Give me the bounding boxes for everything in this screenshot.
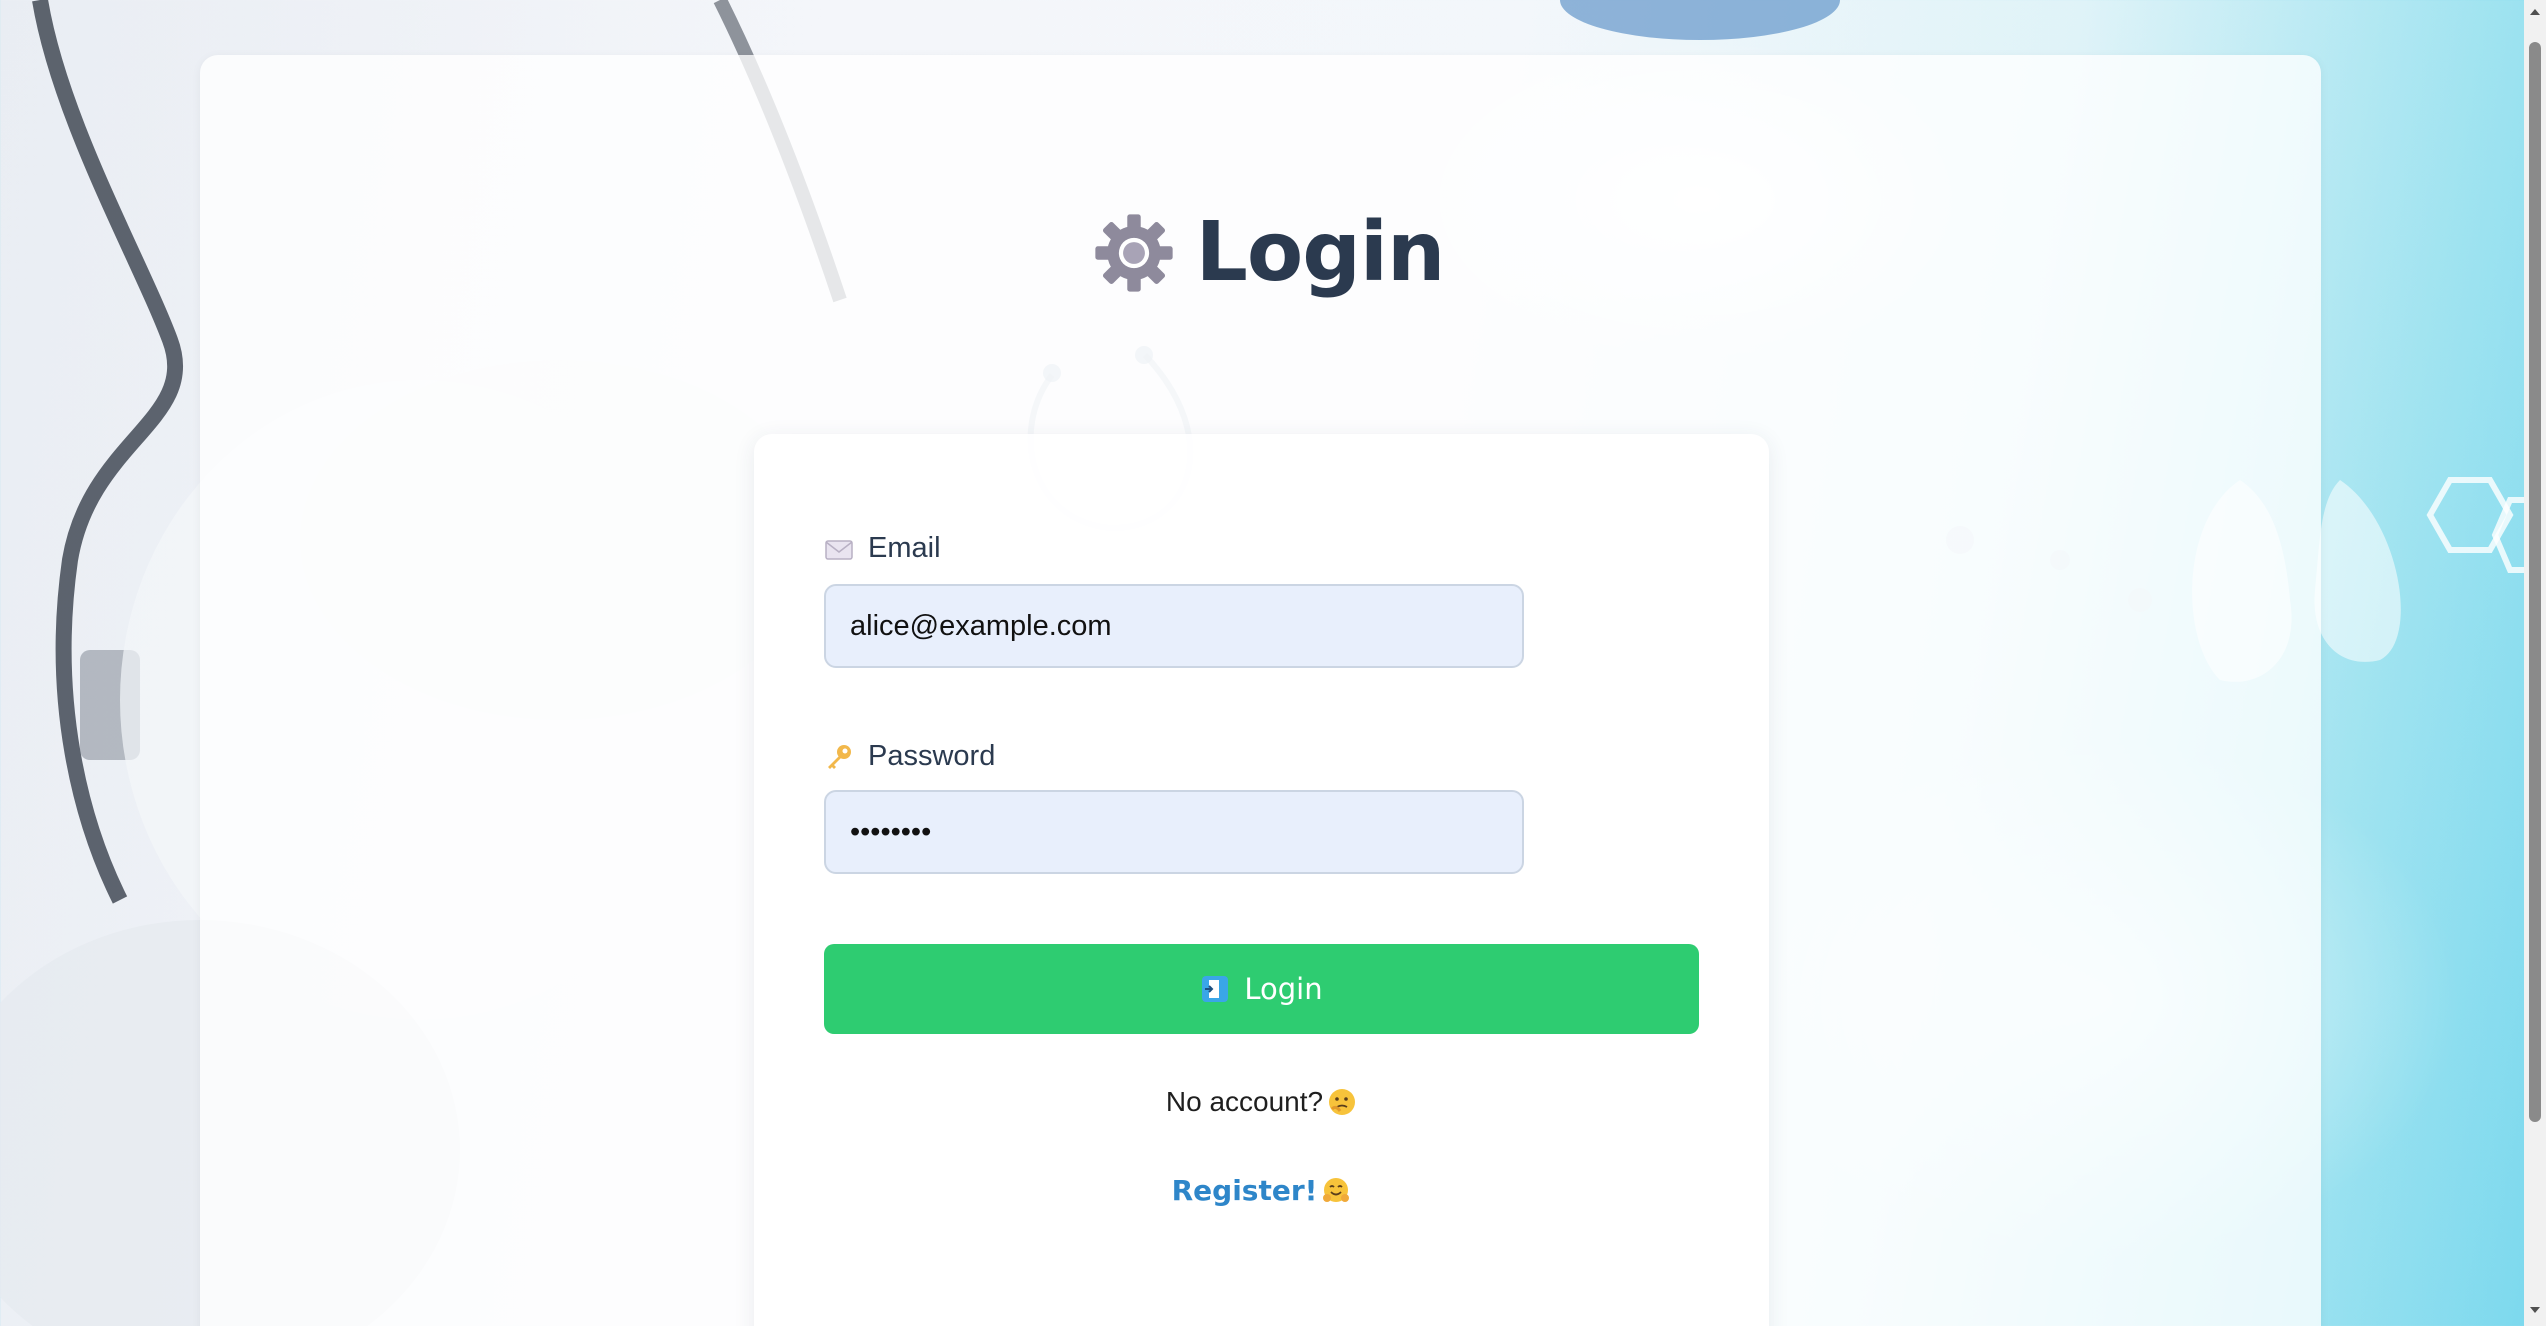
vertical-scrollbar[interactable] [2524,0,2546,1326]
scrollbar-thumb[interactable] [2529,42,2541,1122]
scroll-up-icon[interactable] [2527,4,2543,20]
envelope-icon [825,539,853,560]
hugging-face-icon [1323,1177,1350,1202]
email-label-text: Email [868,532,941,564]
login-button-label: Login [1244,972,1323,1006]
email-input[interactable] [824,584,1524,668]
gear-icon [1094,213,1173,292]
login-card: Email Password Login No account? Registe… [754,434,1769,1326]
register-link[interactable]: Register! [754,1174,1769,1207]
register-link-text: Register! [1171,1174,1318,1207]
no-account-text: No account? [1165,1086,1324,1117]
login-door-icon [1202,976,1229,1002]
login-button[interactable]: Login [824,944,1699,1034]
thinking-face-icon [1329,1089,1356,1115]
page-title: Login [1195,205,1446,300]
password-label: Password [824,740,995,773]
scroll-down-icon[interactable] [2527,1302,2543,1318]
page-header: Login [0,205,2541,300]
email-label: Email [824,532,941,565]
password-input[interactable] [824,790,1524,874]
key-icon [828,744,851,769]
no-account-prompt: No account? [754,1086,1769,1118]
password-label-text: Password [868,740,996,772]
